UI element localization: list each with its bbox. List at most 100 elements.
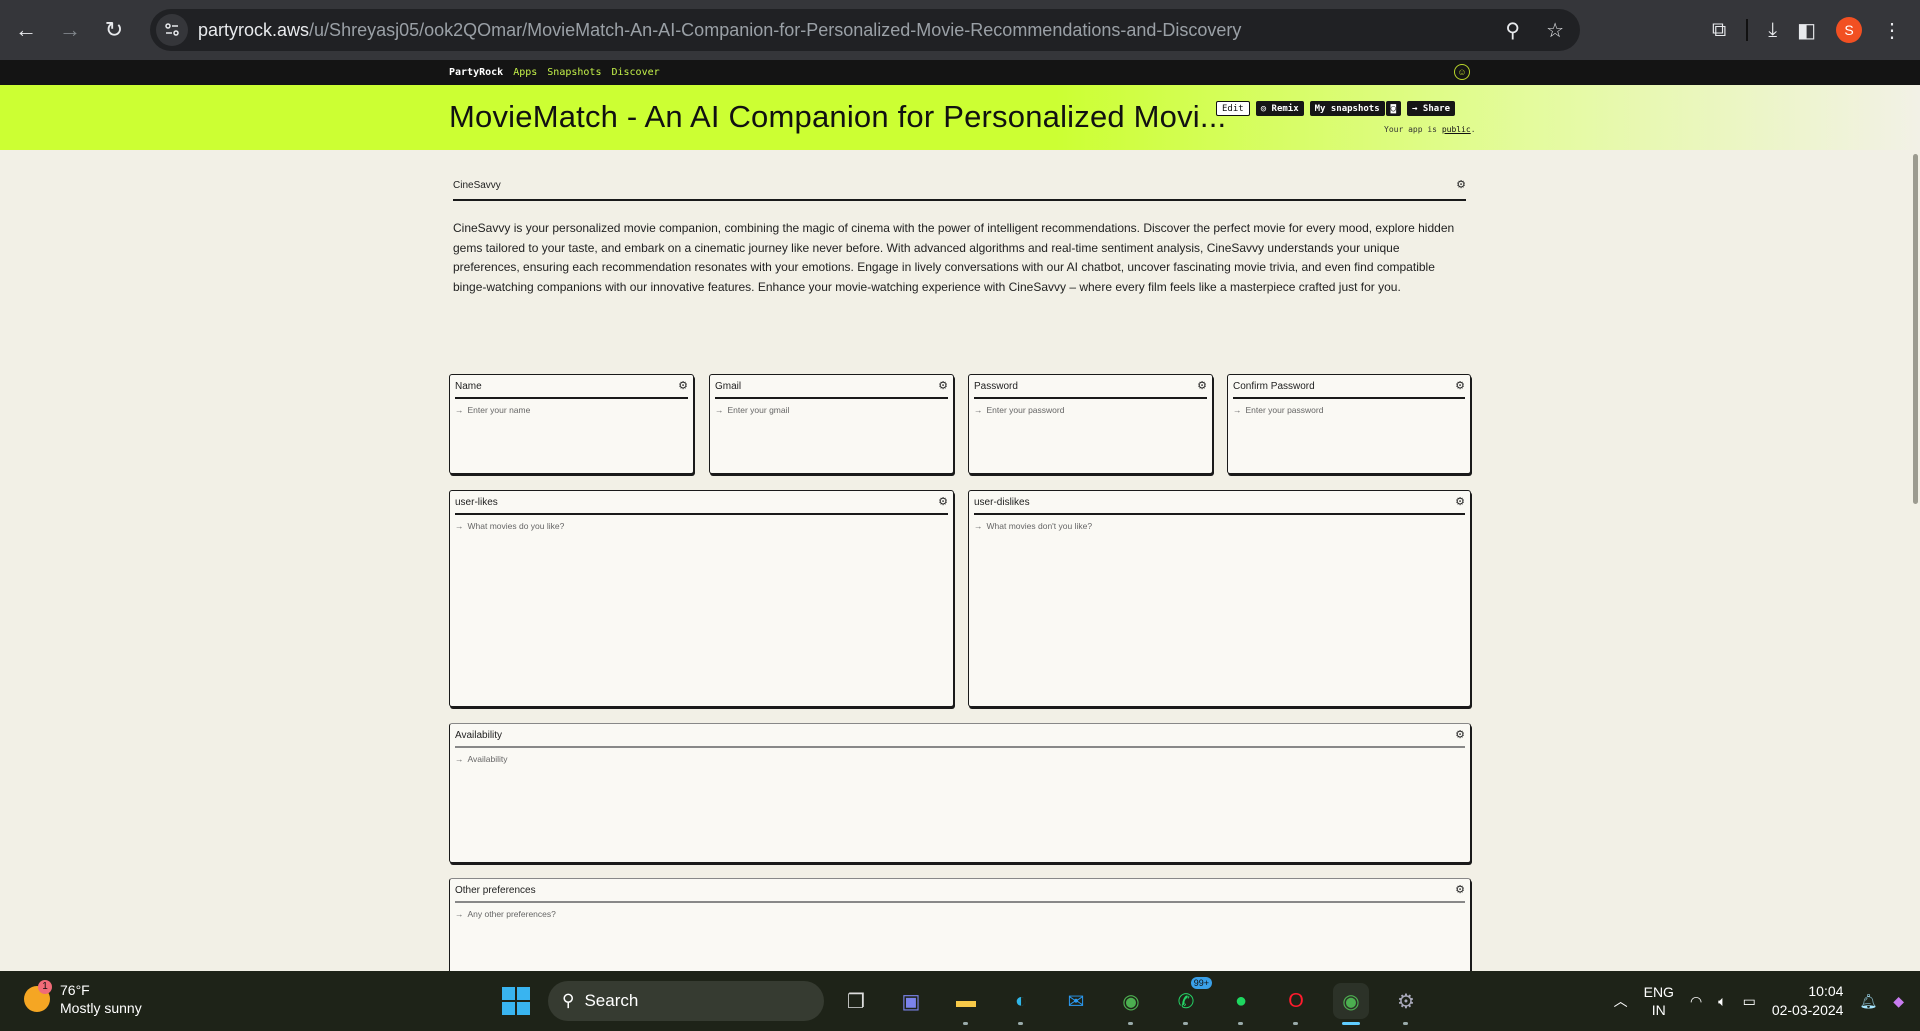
reload-button[interactable]: ↻ (96, 12, 132, 48)
star-icon[interactable]: ☆ (1546, 18, 1564, 43)
widget-availability[interactable]: Availability ⚙ → Availability (449, 723, 1471, 863)
visibility-note: Your app is public. (1384, 125, 1476, 134)
widget-confirm-password[interactable]: Confirm Password ⚙ → Enter your password (1227, 374, 1471, 474)
arrow-right-icon: → (455, 521, 464, 531)
notification-bell-icon[interactable]: 🔔︎ (1859, 993, 1877, 1010)
widget-settings-icon[interactable]: ⚙ (1455, 729, 1465, 741)
nav-link-apps[interactable]: Apps (513, 67, 537, 78)
settings-icon[interactable]: ⚙ (1388, 983, 1424, 1025)
app-title: MovieMatch - An AI Companion for Persona… (449, 99, 1227, 134)
spotify-icon[interactable]: ● (1223, 983, 1259, 1025)
clock[interactable]: 10:04 02-03-2024 (1772, 982, 1844, 1020)
back-button[interactable]: ← (8, 12, 44, 48)
app-canvas: CineSavvy ⚙ CineSavvy is your personaliz… (0, 150, 1920, 971)
my-snapshots-button[interactable]: My snapshots (1309, 101, 1385, 116)
name-input[interactable]: → Enter your name (455, 405, 530, 415)
file-explorer-icon[interactable]: ▬ (948, 983, 984, 1025)
weather-widget[interactable]: 1 76°F Mostly sunny (24, 980, 142, 1017)
volume-icon[interactable]: 🔈︎ (1718, 993, 1726, 1010)
mail-icon[interactable]: ✉ (1058, 983, 1094, 1019)
download-icon[interactable]: ⤓ (1768, 19, 1777, 42)
copilot-icon[interactable]: ◆ (1893, 993, 1904, 1010)
search-icon: ⚲ (562, 991, 575, 1010)
password-input[interactable]: → Enter your password (974, 405, 1064, 415)
user-menu-smiley-icon[interactable]: ☺ (1454, 64, 1470, 80)
widget-other-preferences[interactable]: Other preferences ⚙ → Any other preference… (449, 878, 1471, 971)
task-view-icon[interactable]: ❐ (838, 983, 874, 1019)
arrow-right-icon: → (455, 909, 464, 919)
toolbar-separator (1746, 19, 1749, 41)
widget-user-dislikes[interactable]: user-dislikes ⚙ → What movies don't you li… (968, 490, 1471, 707)
camera-icon: ◙ (1390, 103, 1397, 114)
puzzle-icon[interactable]: ⧉ (1712, 19, 1726, 42)
whatsapp-icon[interactable]: ✆ 99+ (1168, 977, 1212, 1025)
widget-gmail[interactable]: Gmail ⚙ → Enter your gmail (709, 374, 954, 474)
reload-icon: ↻ (104, 17, 124, 42)
arrow-right-icon: → (974, 521, 983, 531)
address-bar[interactable]: partyrock.aws/u/Shreyasj05/ook2QOmar/Mov… (150, 9, 1580, 51)
battery-icon[interactable]: ▭ (1743, 993, 1756, 1010)
widget-settings-icon[interactable]: ⚙ (1455, 884, 1465, 896)
edit-button[interactable]: Edit (1216, 101, 1250, 116)
widget-settings-icon[interactable]: ⚙ (938, 380, 948, 392)
zoom-out-icon[interactable]: ⚲ (1505, 18, 1520, 43)
partyrock-navbar: PartyRock Apps Snapshots Discover ☺ (0, 60, 1920, 85)
nav-link-discover[interactable]: Discover (611, 67, 659, 78)
page-scrollbar[interactable] (1913, 154, 1918, 504)
remix-icon: ◎ (1260, 103, 1272, 114)
weather-badge: 1 (38, 980, 52, 994)
chrome-active-icon[interactable]: ◉ (1333, 983, 1369, 1025)
intro-description: CineSavvy is your personalized movie com… (453, 221, 1455, 294)
widget-settings-icon[interactable]: ⚙ (1455, 380, 1465, 392)
taskbar-search[interactable]: ⚲ Search (548, 981, 824, 1021)
arrow-right-icon: → (1233, 405, 1242, 415)
teams-icon[interactable]: ▣ (893, 983, 929, 1019)
side-panel-icon[interactable]: ◧ (1797, 18, 1816, 43)
wifi-icon[interactable]: ◠ (1690, 993, 1702, 1010)
chrome-profile-icon[interactable]: ◉ (1113, 983, 1149, 1025)
widget-name[interactable]: Name ⚙ → Enter your name (449, 374, 694, 474)
arrow-right-icon: → (974, 405, 983, 415)
confirm-password-input[interactable]: → Enter your password (1233, 405, 1323, 415)
url-text[interactable]: partyrock.aws/u/Shreyasj05/ook2QOmar/Mov… (198, 20, 1241, 41)
profile-avatar[interactable]: S (1836, 17, 1862, 43)
take-snapshot-button[interactable]: ◙ (1385, 101, 1402, 116)
widget-user-likes[interactable]: user-likes ⚙ → What movies do you like? (449, 490, 954, 707)
widget-password[interactable]: Password ⚙ → Enter your password (968, 374, 1213, 474)
widget-settings-icon[interactable]: ⚙ (1455, 496, 1465, 508)
kebab-menu-icon[interactable]: ⋮ (1882, 18, 1902, 43)
edge-icon[interactable]: ◐ (1003, 983, 1039, 1025)
nav-link-snapshots[interactable]: Snapshots (547, 67, 601, 78)
availability-input[interactable]: → Availability (455, 754, 508, 764)
other-preferences-input[interactable]: → Any other preferences? (455, 909, 556, 919)
widget-settings-icon[interactable]: ⚙ (938, 496, 948, 508)
weather-desc: Mostly sunny (60, 1000, 142, 1016)
widget-settings-icon[interactable]: ⚙ (1456, 180, 1466, 191)
intro-title: CineSavvy (453, 180, 501, 191)
weather-sun-icon: 1 (24, 980, 52, 1012)
share-button[interactable]: → Share (1407, 101, 1456, 116)
gmail-input[interactable]: → Enter your gmail (715, 405, 789, 415)
opera-icon[interactable]: O (1278, 983, 1314, 1025)
chevron-up-icon[interactable]: ︿ (1614, 991, 1628, 1011)
windows-start-icon[interactable] (502, 987, 530, 1015)
windows-taskbar: 1 76°F Mostly sunny ⚲ Search ❐ ▣ ▬ ◐ ✉ ◉ … (0, 971, 1920, 1031)
user-likes-input[interactable]: → What movies do you like? (455, 521, 564, 531)
site-info-button[interactable] (156, 14, 188, 46)
user-dislikes-input[interactable]: → What movies don't you like? (974, 521, 1092, 531)
tune-icon (165, 23, 179, 36)
browser-toolbar: ← → ↻ partyrock.aws/u/Shreyasj05/ook2QOm… (0, 0, 1920, 60)
arrow-right-icon: → (59, 17, 81, 42)
weather-temp: 76°F (60, 982, 90, 998)
widget-settings-icon[interactable]: ⚙ (1197, 380, 1207, 392)
language-indicator[interactable]: ENG IN (1644, 983, 1674, 1019)
arrow-right-icon: → (715, 405, 724, 415)
visibility-link[interactable]: public (1442, 125, 1471, 134)
remix-button[interactable]: ◎ Remix (1255, 101, 1304, 116)
header-actions: Edit ◎ Remix My snapshots ◙ → Share (1216, 101, 1456, 116)
partyrock-logo[interactable]: PartyRock (449, 67, 503, 78)
forward-button[interactable]: → (52, 12, 88, 48)
widget-settings-icon[interactable]: ⚙ (678, 380, 688, 392)
intro-widget: CineSavvy ⚙ CineSavvy is your personaliz… (453, 180, 1466, 297)
whatsapp-badge: 99+ (1190, 977, 1212, 989)
